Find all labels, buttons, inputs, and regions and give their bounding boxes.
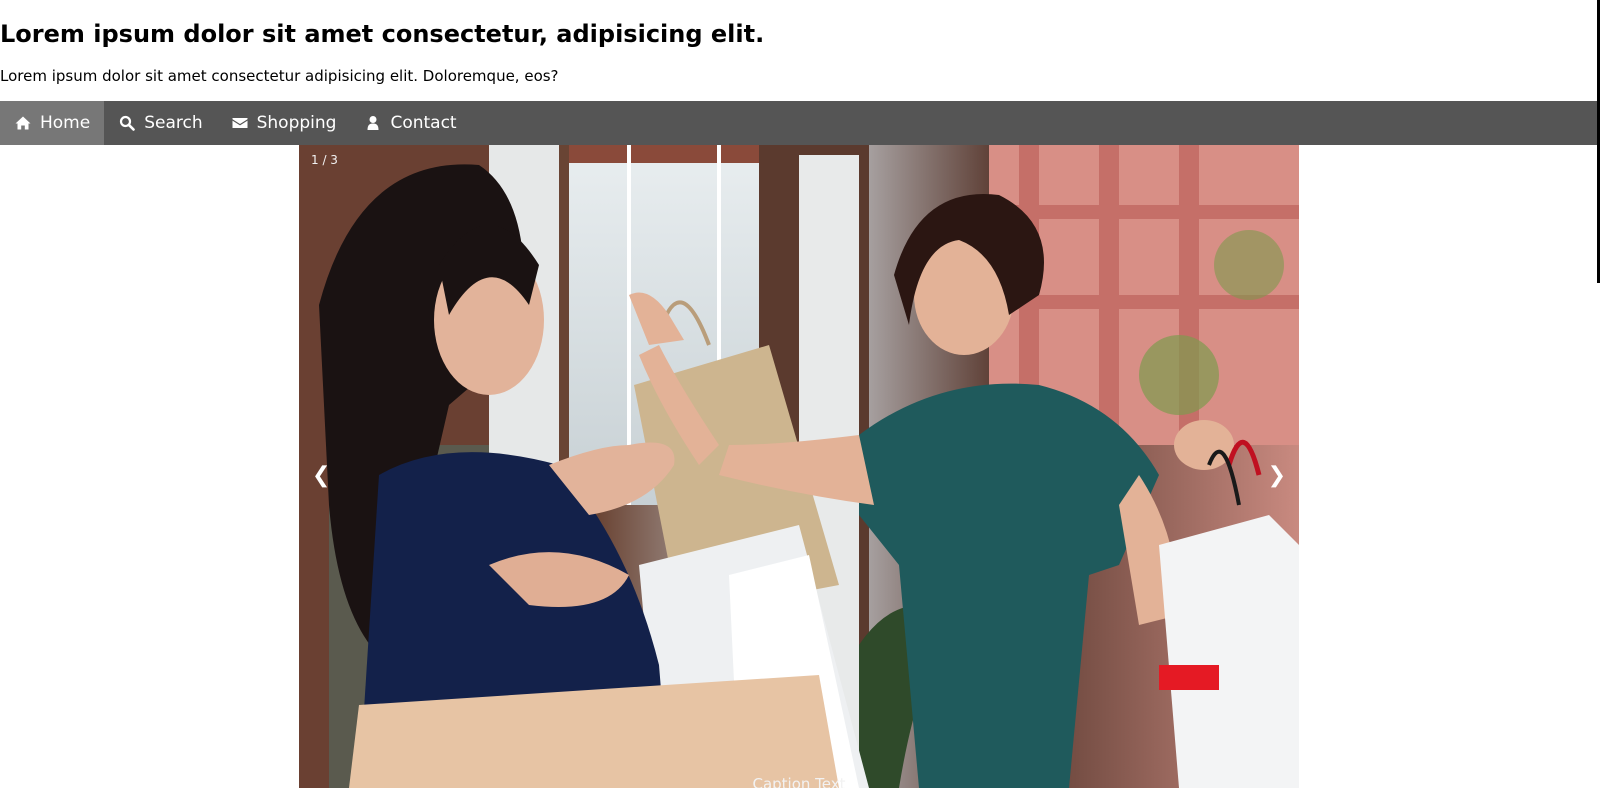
nav-item-contact[interactable]: Contact (350, 101, 470, 145)
page-title: Lorem ipsum dolor sit amet consectetur, … (0, 20, 765, 48)
envelope-icon (231, 114, 249, 132)
nav-item-label: Contact (390, 113, 457, 133)
slide-image (299, 145, 1299, 788)
nav-item-label: Home (40, 113, 91, 133)
nav-item-home[interactable]: Home (0, 101, 105, 145)
top-navbar: Home Search Shopping Contact (0, 101, 1597, 145)
slide-counter: 1 / 3 (311, 153, 338, 167)
slide-caption: Caption Text (752, 775, 846, 788)
search-icon (118, 114, 136, 132)
nav-item-shopping[interactable]: Shopping (217, 101, 351, 145)
slideshow: 1 / 3 ❮ ❯ Caption Text (299, 145, 1299, 788)
home-icon (14, 114, 32, 132)
next-slide-button[interactable]: ❯ (1260, 460, 1294, 492)
nav-item-search[interactable]: Search (104, 101, 216, 145)
page-header: Lorem ipsum dolor sit amet consectetur, … (0, 0, 1600, 101)
nav-item-label: Shopping (256, 113, 337, 133)
page-subtitle: Lorem ipsum dolor sit amet consectetur a… (0, 67, 559, 85)
prev-slide-button[interactable]: ❮ (304, 460, 338, 492)
user-icon (364, 114, 382, 132)
nav-item-label: Search (144, 113, 203, 133)
